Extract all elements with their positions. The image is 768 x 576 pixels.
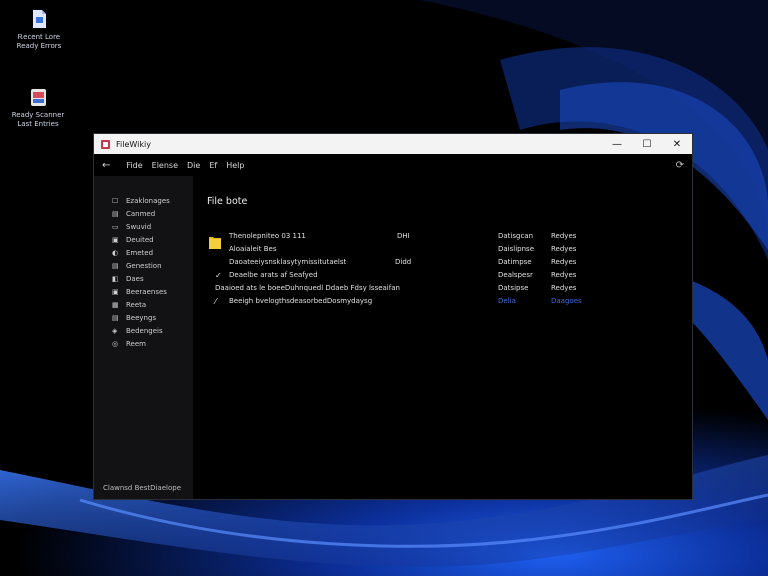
- check-icon[interactable]: ✓: [215, 271, 222, 280]
- file-status-link[interactable]: Daagoes: [551, 297, 582, 305]
- refresh-icon[interactable]: ⟳: [676, 160, 684, 171]
- file-name: Daaioed ats le boeeDuhnquedl Ddaeb Fdsy …: [215, 284, 400, 292]
- main-panel: File bote Thenolepniteo 03 111 DHI Datis…: [193, 176, 692, 499]
- sidebar-item-label: Beeraenses: [126, 287, 167, 296]
- file-type: Dealspesr: [498, 271, 533, 279]
- menu-item-view[interactable]: Die: [187, 161, 200, 170]
- file-size: Didd: [395, 258, 412, 266]
- sidebar-item[interactable]: ▣ Beeraenses: [94, 285, 193, 298]
- desktop-icon-label: Ꭱecent Lore: [17, 33, 61, 41]
- sidebar-item[interactable]: ◐ Emeted: [94, 246, 193, 259]
- sidebar-icon: ◎: [112, 339, 119, 348]
- file-type: Datimpse: [498, 258, 532, 266]
- back-arrow-icon[interactable]: ←: [102, 160, 110, 171]
- file-type-link[interactable]: Delia: [498, 297, 516, 305]
- sidebar-item-label: Emeted: [126, 248, 154, 257]
- sidebar-item-label: Swuvid: [126, 222, 152, 231]
- page-title: File bote: [207, 196, 248, 207]
- scanner-app-icon: [27, 86, 49, 108]
- sidebar-item-label: Reeta: [126, 300, 147, 309]
- sidebar-icon: ▣: [112, 287, 119, 296]
- sidebar-item[interactable]: ◈ Bedengeis: [94, 324, 193, 337]
- file-name: Beeigh bvelogthsdeasorbedDosmydaysg: [229, 297, 373, 305]
- file-name: Deaelbe arats af Seafyed: [229, 271, 318, 279]
- sidebar: ☐ Ezaklonages ▤ Canmed ▭ Swuvid ▣ Deuited ◐ E…: [94, 176, 193, 499]
- sidebar-item[interactable]: ▤ Genestion: [94, 259, 193, 272]
- minimize-button[interactable]: —: [602, 134, 632, 154]
- sidebar-item[interactable]: ◎ Reem: [94, 337, 193, 350]
- title-bar[interactable]: FileWikiy — ☐ ✕: [94, 134, 692, 154]
- sidebar-item[interactable]: ▦ Reeta: [94, 298, 193, 311]
- sidebar-item-label: Genestion: [126, 261, 162, 270]
- sidebar-item[interactable]: ▤ Canmed: [94, 207, 193, 220]
- file-type: Datisgcan: [498, 232, 534, 240]
- sidebar-item-label: Ezaklonages: [126, 196, 170, 205]
- list-item[interactable]: Daaioed ats le boeeDuhnquedl Ddaeb Fdsy …: [215, 284, 605, 296]
- sidebar-item-label: Bedengeis: [126, 326, 163, 335]
- edit-icon[interactable]: ⁄: [215, 297, 216, 306]
- file-type: Datsipse: [498, 284, 529, 292]
- desktop-icon-recent[interactable]: Ꭱecent Lore Ready Errors: [4, 8, 74, 51]
- desktop-icon-label: Ready Errors: [16, 42, 62, 50]
- file-icon: [28, 8, 50, 30]
- sidebar-icon: ▦: [112, 300, 119, 309]
- desktop-icon-scanner[interactable]: Ready Scanner Last Entries: [3, 86, 73, 129]
- file-status: Redyes: [551, 271, 577, 279]
- menu-item-file[interactable]: Fide: [126, 161, 142, 170]
- sidebar-icon: ▤: [112, 209, 119, 218]
- sidebar-item-label: Canmed: [126, 209, 156, 218]
- close-button[interactable]: ✕: [662, 134, 692, 154]
- sidebar-icon: ◈: [112, 326, 118, 335]
- list-item[interactable]: Thenolepniteo 03 111 DHI Datisgcan Redye…: [215, 232, 605, 244]
- file-name: Aloaialeit Bes: [229, 245, 277, 253]
- menu-item-edit[interactable]: Elense: [152, 161, 178, 170]
- sidebar-item[interactable]: ▤ Beeyngs: [94, 311, 193, 324]
- maximize-button[interactable]: ☐: [632, 134, 662, 154]
- file-status: Redyes: [551, 258, 577, 266]
- sidebar-item[interactable]: ◧ Daes: [94, 272, 193, 285]
- window-body: ☐ Ezaklonages ▤ Canmed ▭ Swuvid ▣ Deuited ◐ E…: [94, 176, 692, 499]
- app-icon: [101, 139, 110, 149]
- desktop-icon-label: Ready Scanner: [11, 111, 65, 119]
- sidebar-icon: ▤: [112, 261, 119, 270]
- sidebar-icon: ◐: [112, 248, 119, 257]
- list-item[interactable]: ✓ Deaelbe arats af Seafyed Dealspesr Red…: [215, 271, 605, 283]
- sidebar-item[interactable]: ▣ Deuited: [94, 233, 193, 246]
- file-status: Redyes: [551, 245, 577, 253]
- list-item[interactable]: ⁄ Beeigh bvelogthsdeasorbedDosmydaysg De…: [215, 297, 605, 309]
- list-item[interactable]: Daoateeiysnsklasytymissitutaelst Didd Da…: [215, 258, 605, 270]
- window-title: FileWikiy: [116, 139, 151, 149]
- sidebar-item-label: Daes: [126, 274, 144, 283]
- file-name: Thenolepniteo 03 111: [229, 232, 306, 240]
- sidebar-item-label: Beeyngs: [126, 313, 157, 322]
- list-item[interactable]: Aloaialeit Bes Daislipnse Redyes: [215, 245, 605, 257]
- sidebar-icon: ▤: [112, 313, 119, 322]
- sidebar-icon: ▣: [112, 235, 119, 244]
- sidebar-icon: ☐: [112, 196, 119, 205]
- sidebar-icon: ▭: [112, 222, 119, 231]
- sidebar-footer: Clawnsd BestDiaelope: [103, 484, 182, 492]
- file-type: Daislipnse: [498, 245, 534, 253]
- sidebar-item[interactable]: ▭ Swuvid: [94, 220, 193, 233]
- file-status: Redyes: [551, 284, 577, 292]
- menu-item-tools[interactable]: Ef: [209, 161, 217, 170]
- sidebar-item-label: Deuited: [126, 235, 154, 244]
- desktop-icon-label: Last Entries: [17, 120, 59, 128]
- file-name: Daoateeiysnsklasytymissitutaelst: [229, 258, 347, 266]
- sidebar-icon: ◧: [112, 274, 119, 283]
- file-status: Redyes: [551, 232, 577, 240]
- sidebar-item[interactable]: ☐ Ezaklonages: [94, 194, 193, 207]
- menu-bar: ← Fide Elense Die Ef Help ⟳: [94, 154, 692, 176]
- file-extra: DHI: [397, 232, 410, 240]
- menu-item-help[interactable]: Help: [226, 161, 244, 170]
- app-window: FileWikiy — ☐ ✕ ← Fide Elense Die Ef Hel…: [93, 133, 693, 500]
- sidebar-item-label: Reem: [126, 339, 146, 348]
